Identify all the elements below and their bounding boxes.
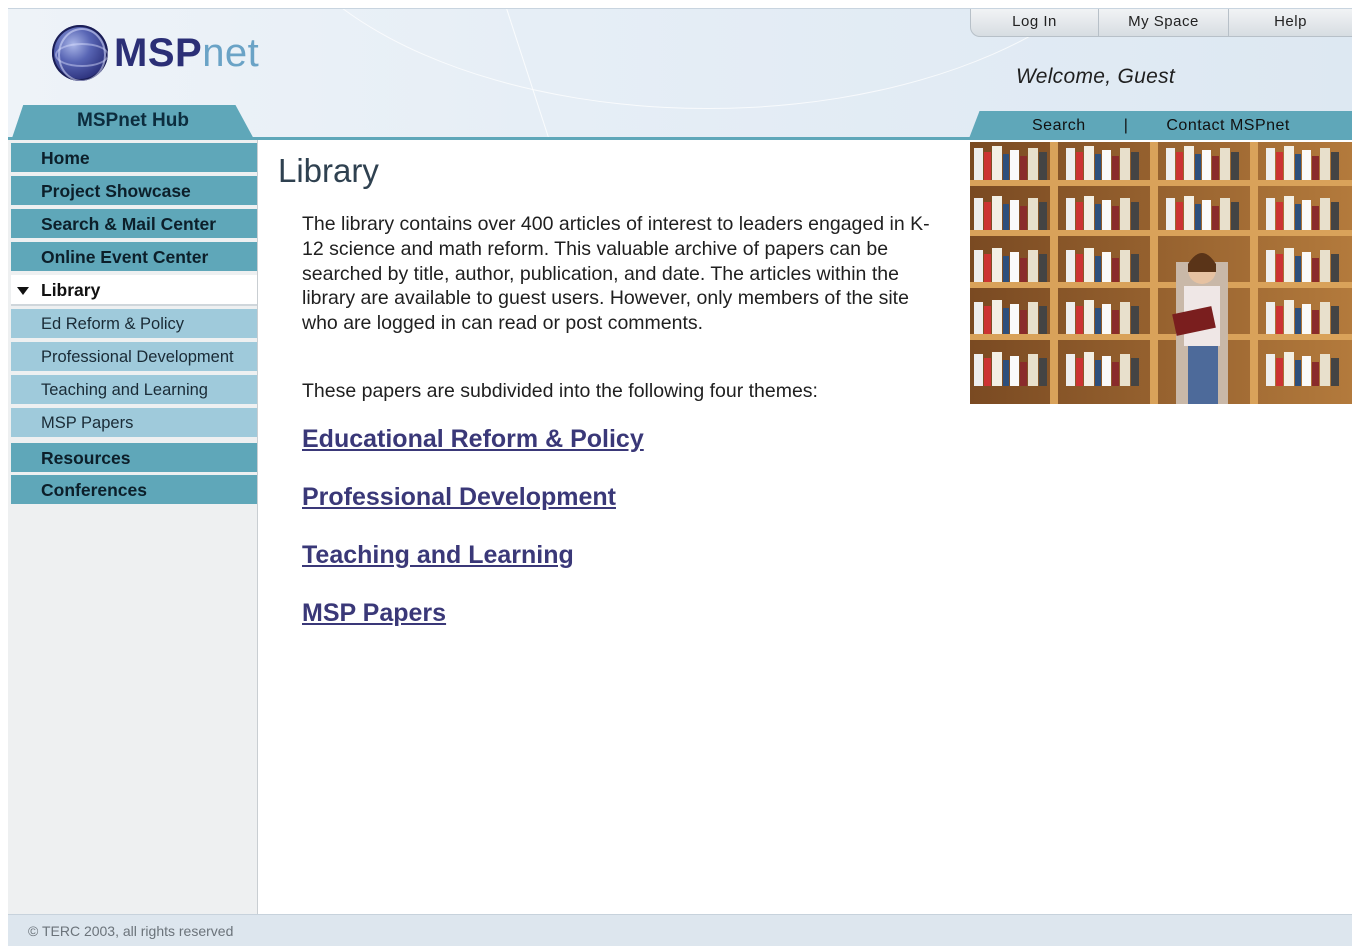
welcome-message: Welcome, Guest: [1016, 65, 1176, 88]
sidebar-item-label: Library: [41, 280, 101, 300]
login-link[interactable]: Log In: [970, 9, 1098, 37]
sidebar-item-label: Online Event Center: [41, 247, 209, 267]
theme-link-educational-reform[interactable]: Educational Reform & Policy: [302, 425, 644, 454]
theme-link-teaching-learning[interactable]: Teaching and Learning: [302, 541, 574, 570]
globe-icon: [52, 25, 108, 81]
site-header: MSPnet Log In My Space Help Welcome, Gue…: [8, 8, 1352, 140]
top-links: Log In My Space Help: [970, 9, 1352, 37]
sidebar-item-online-event-center[interactable]: Online Event Center: [11, 242, 257, 273]
footer: © TERC 2003, all rights reserved: [8, 914, 1352, 946]
sidebar-item-search-mail-center[interactable]: Search & Mail Center: [11, 209, 257, 240]
sidebar-item-resources[interactable]: Resources: [11, 443, 257, 474]
sidebar-item-teaching-learning[interactable]: Teaching and Learning: [11, 375, 257, 406]
search-link[interactable]: Search: [1032, 117, 1086, 135]
help-link[interactable]: Help: [1228, 9, 1352, 37]
separator: |: [1123, 117, 1129, 134]
sidebar-item-library[interactable]: Library: [11, 275, 257, 306]
sidebar-item-ed-reform-policy[interactable]: Ed Reform & Policy: [11, 309, 257, 340]
logo-prefix: MSP: [114, 31, 203, 75]
sidebar-item-label: Teaching and Learning: [41, 381, 208, 399]
theme-link-msp-papers[interactable]: MSP Papers: [302, 599, 446, 628]
search-contact-bar: Search | Contact MSPnet: [968, 111, 1352, 140]
sidebar-item-label: Search & Mail Center: [41, 214, 217, 234]
sidebar: Home Project Showcase Search & Mail Cent…: [8, 140, 258, 914]
expand-arrow-icon: [17, 287, 29, 295]
logo-suffix: net: [202, 31, 260, 75]
sidebar-item-label: Home: [41, 148, 90, 168]
my-space-link[interactable]: My Space: [1098, 9, 1228, 37]
logo-wordmark: MSPnet: [114, 33, 259, 73]
sidebar-item-label: MSP Papers: [41, 414, 134, 432]
themes-intro: These papers are subdivided into the fol…: [302, 380, 818, 402]
theme-link-professional-development[interactable]: Professional Development: [302, 483, 616, 512]
sidebar-item-label: Conferences: [41, 480, 148, 500]
sidebar-item-label: Ed Reform & Policy: [41, 315, 185, 333]
intro-paragraph: The library contains over 400 articles o…: [302, 213, 930, 335]
sidebar-item-label: Resources: [41, 448, 131, 468]
sidebar-item-home[interactable]: Home: [11, 143, 257, 174]
contact-link[interactable]: Contact MSPnet: [1166, 117, 1290, 135]
copyright-text: © TERC 2003, all rights reserved: [28, 923, 234, 939]
reader-figure: [1172, 253, 1228, 404]
mspnet-logo[interactable]: MSPnet: [52, 23, 259, 83]
sidebar-item-professional-development[interactable]: Professional Development: [11, 342, 257, 373]
library-photo: [970, 142, 1352, 404]
sidebar-item-label: Professional Development: [41, 348, 234, 366]
bookshelf-illustration: [970, 142, 1352, 404]
sidebar-item-conferences[interactable]: Conferences: [11, 475, 257, 506]
hub-tab: MSPnet Hub: [11, 105, 255, 140]
page-title: Library: [278, 152, 379, 189]
sidebar-item-label: Project Showcase: [41, 181, 191, 201]
sidebar-item-project-showcase[interactable]: Project Showcase: [11, 176, 257, 207]
sidebar-item-msp-papers[interactable]: MSP Papers: [11, 408, 257, 439]
